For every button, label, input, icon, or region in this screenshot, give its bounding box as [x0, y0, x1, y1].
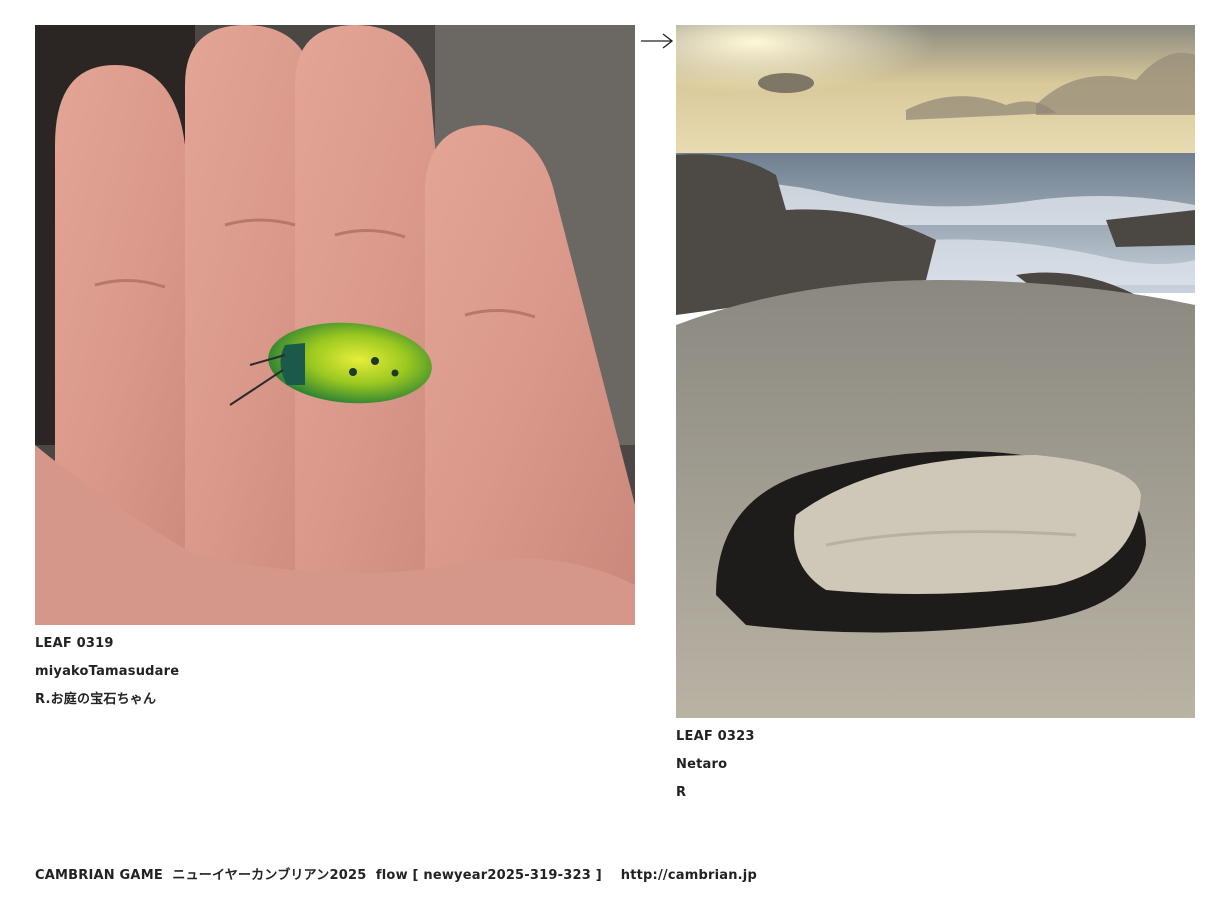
right-arrow-icon [639, 29, 675, 53]
leaf-caption-0319: LEAF 0319 miyakoTamasudare R.お庭の宝石ちゃん [35, 630, 179, 714]
leaf-comment: R.お庭の宝石ちゃん [35, 692, 157, 707]
leaf-photo-rocky-coast[interactable] [676, 25, 1195, 718]
leaf-author[interactable]: miyakoTamasudare [35, 658, 179, 686]
leaf-comment: R [676, 785, 687, 800]
coast-photo-illustration [676, 25, 1195, 718]
beetle-photo-illustration [35, 25, 635, 625]
leaf-id[interactable]: LEAF 0319 [35, 630, 179, 658]
footer-event-name[interactable]: ニューイヤーカンブリアン2025 [172, 868, 366, 883]
leaf-author[interactable]: Netaro [676, 751, 755, 779]
footer: CAMBRIAN GAME ニューイヤーカンブリアン2025 flow [ ne… [35, 864, 757, 883]
leaf-id[interactable]: LEAF 0323 [676, 723, 755, 751]
footer-game-name[interactable]: CAMBRIAN GAME [35, 868, 163, 883]
leaf-photo-beetle-on-hand[interactable] [35, 25, 635, 625]
footer-flow-id: flow [ newyear2025-319-323 ] [375, 868, 602, 883]
footer-site-link[interactable]: http://cambrian.jp [621, 868, 757, 883]
leaf-caption-0323: LEAF 0323 Netaro R [676, 723, 755, 807]
